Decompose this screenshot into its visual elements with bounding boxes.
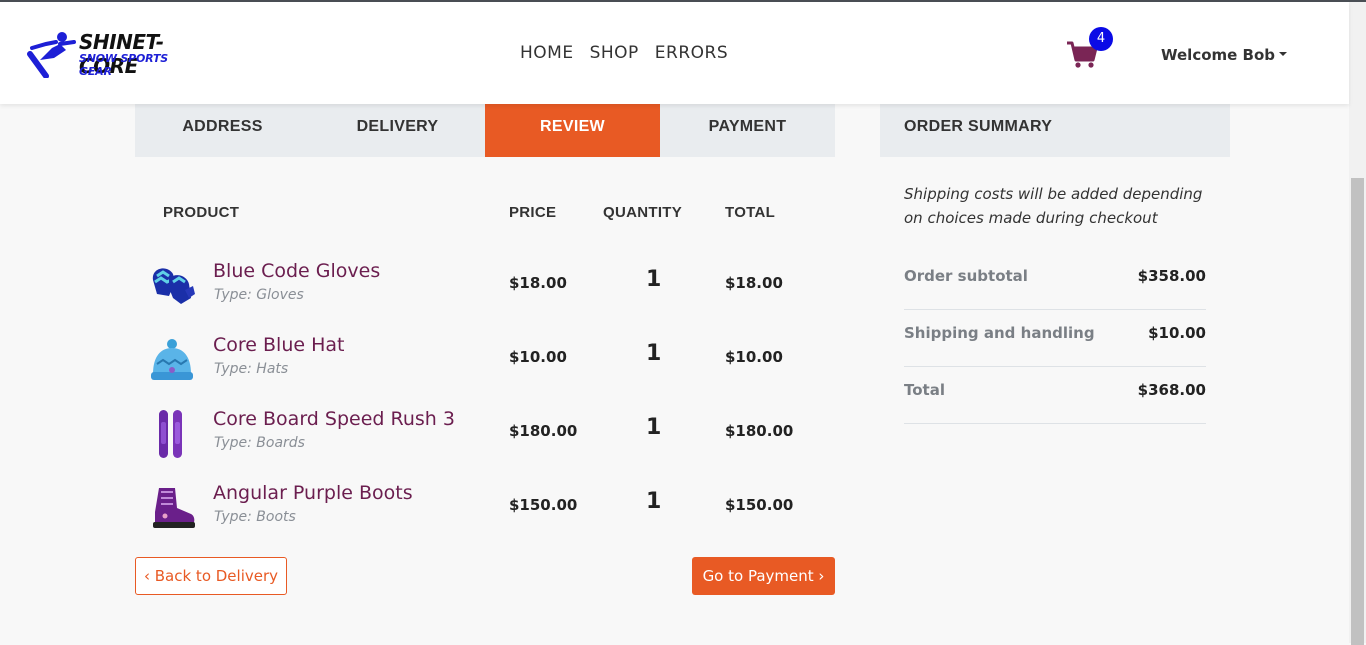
cart-count-badge[interactable]: 4 bbox=[1089, 27, 1113, 51]
next-button-label: Go to Payment bbox=[702, 567, 814, 585]
page-scrollbar[interactable] bbox=[1349, 2, 1366, 645]
go-to-payment-button[interactable]: Go to Payment › bbox=[692, 557, 835, 595]
summary-row-total: Total $368.00 bbox=[904, 367, 1206, 424]
order-summary-header: ORDER SUMMARY bbox=[880, 104, 1230, 157]
product-type: Type: Boots bbox=[214, 509, 296, 525]
checkout-steps: ADDRESS DELIVERY REVIEW PAYMENT bbox=[135, 104, 835, 157]
product-price: $180.00 bbox=[509, 422, 578, 440]
table-row: Core Board Speed Rush 3 Type: Boards $18… bbox=[135, 400, 835, 474]
product-price: $10.00 bbox=[509, 348, 567, 366]
navbar: SHINET-CORE SNOW SPORTS GEAR HOME SHOP E… bbox=[0, 2, 1349, 104]
summary-label: Total bbox=[904, 381, 945, 399]
summary-label: Shipping and handling bbox=[904, 324, 1095, 342]
summary-value: $358.00 bbox=[1137, 267, 1206, 285]
snowboarder-icon bbox=[27, 32, 76, 78]
summary-label: Order subtotal bbox=[904, 267, 1028, 285]
column-header-product: PRODUCT bbox=[163, 204, 240, 221]
table-row: Blue Code Gloves Type: Gloves $18.00 1 $… bbox=[135, 252, 835, 326]
summary-row-subtotal: Order subtotal $358.00 bbox=[904, 253, 1206, 310]
caret-down-icon bbox=[1279, 52, 1288, 56]
tab-review[interactable]: REVIEW bbox=[485, 104, 660, 157]
back-button-label: Back to Delivery bbox=[154, 567, 279, 585]
tab-delivery[interactable]: DELIVERY bbox=[310, 104, 485, 157]
column-header-total: TOTAL bbox=[725, 204, 776, 221]
product-total: $180.00 bbox=[725, 422, 794, 440]
product-total: $18.00 bbox=[725, 274, 783, 292]
summary-value: $368.00 bbox=[1137, 381, 1206, 399]
hat-icon bbox=[151, 339, 193, 380]
product-name-link[interactable]: Blue Code Gloves bbox=[213, 260, 380, 282]
product-type: Type: Hats bbox=[214, 361, 289, 377]
summary-row-shipping: Shipping and handling $10.00 bbox=[904, 310, 1206, 367]
back-to-delivery-button[interactable]: ‹ Back to Delivery bbox=[135, 557, 287, 595]
product-price: $150.00 bbox=[509, 496, 578, 514]
welcome-label: Welcome Bob bbox=[1161, 46, 1276, 64]
product-name-link[interactable]: Angular Purple Boots bbox=[213, 482, 413, 504]
gloves-icon bbox=[152, 268, 195, 304]
nav-home[interactable]: HOME bbox=[520, 43, 574, 63]
product-name-link[interactable]: Core Blue Hat bbox=[213, 334, 344, 356]
product-quantity: 1 bbox=[646, 267, 662, 292]
brand-logo[interactable]: SHINET-CORE SNOW SPORTS GEAR bbox=[26, 30, 201, 80]
product-quantity: 1 bbox=[646, 489, 662, 514]
tab-address[interactable]: ADDRESS bbox=[135, 104, 310, 157]
user-menu[interactable]: Welcome Bob bbox=[1161, 46, 1288, 64]
product-price: $18.00 bbox=[509, 274, 567, 292]
shipping-note: Shipping costs will be added depending o… bbox=[904, 185, 1203, 227]
scrollbar-thumb[interactable] bbox=[1351, 178, 1364, 645]
product-total: $10.00 bbox=[725, 348, 783, 366]
snowboard-icon bbox=[159, 410, 182, 458]
chevron-right-icon: › bbox=[818, 567, 825, 585]
product-name-link[interactable]: Core Board Speed Rush 3 bbox=[213, 408, 455, 430]
product-total: $150.00 bbox=[725, 496, 794, 514]
nav-shop[interactable]: SHOP bbox=[590, 43, 639, 63]
table-row: Angular Purple Boots Type: Boots $150.00… bbox=[135, 474, 835, 548]
product-type: Type: Boards bbox=[214, 435, 305, 451]
product-quantity: 1 bbox=[646, 341, 662, 366]
nav-errors[interactable]: ERRORS bbox=[655, 43, 728, 63]
tab-payment[interactable]: PAYMENT bbox=[660, 104, 835, 157]
table-row: Core Blue Hat Type: Hats $10.00 1 $10.00 bbox=[135, 326, 835, 400]
main-nav: HOME SHOP ERRORS bbox=[520, 43, 728, 63]
brand-tagline: SNOW SPORTS GEAR bbox=[79, 52, 168, 78]
column-header-quantity: QUANTITY bbox=[603, 204, 683, 221]
summary-value: $10.00 bbox=[1148, 324, 1206, 342]
product-quantity: 1 bbox=[646, 415, 662, 440]
chevron-left-icon: ‹ bbox=[143, 567, 150, 585]
boots-icon bbox=[153, 488, 195, 528]
product-type: Type: Gloves bbox=[214, 287, 304, 303]
column-header-price: PRICE bbox=[509, 204, 557, 221]
